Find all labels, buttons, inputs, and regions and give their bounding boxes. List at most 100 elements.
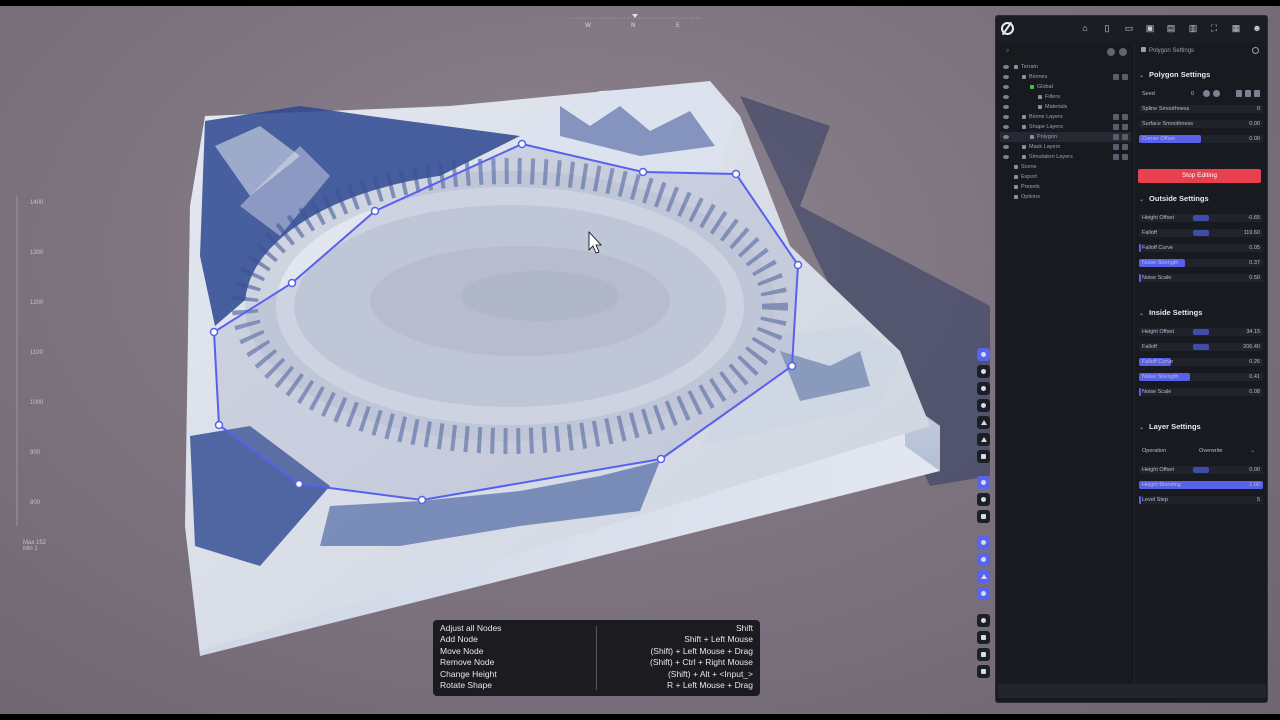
screenshot-icon[interactable]: ▦ [1231,23,1241,34]
delete-icon[interactable] [1122,114,1128,120]
settings-tool-button[interactable] [977,614,990,627]
filter-tool-button[interactable] [977,570,990,583]
delete-icon[interactable] [1122,74,1128,80]
save-icon[interactable]: ▣ [1145,23,1155,34]
mountain-tool-button[interactable] [977,416,990,429]
folder-tool-button[interactable] [977,631,990,644]
duplicate-icon[interactable] [1113,124,1119,130]
duplicate-icon[interactable] [1113,154,1119,160]
view-tool-button[interactable] [977,365,990,378]
operation-select[interactable]: Operation Overwrite ⌄ [1139,445,1263,457]
slider-handle[interactable] [1193,467,1209,473]
slider-noise-strength[interactable]: Noise Strength 0.41 [1139,372,1263,382]
copy-icon[interactable] [1236,90,1242,97]
save-as-icon[interactable]: ▤ [1166,23,1176,34]
slider-handle[interactable] [1193,344,1209,350]
layer-item-scene[interactable]: Scene [1000,162,1131,172]
layer-item-materials[interactable]: Materials [1000,102,1131,112]
chart-tool-button[interactable] [977,665,990,678]
layer-item-shape-layers[interactable]: Shape Layers [1000,122,1131,132]
open-folder-icon[interactable]: ▭ [1124,23,1134,34]
slider-height-offset[interactable]: Height Offset 34.15 [1139,327,1263,337]
slider-spline-smoothness[interactable]: Spline Smoothness 0 [1139,104,1263,114]
slider-height-offset[interactable]: Height Offset 0.00 [1139,465,1263,475]
water-tool-button[interactable] [977,399,990,412]
eye-icon[interactable] [1003,75,1009,79]
layers-tool-button[interactable] [977,510,990,523]
sphere-tool-button[interactable] [977,382,990,395]
layer-item-filter[interactable]: Filters [1000,92,1131,102]
eye-icon[interactable] [1003,105,1009,109]
slider-falloff[interactable]: Falloff 119.60 [1139,228,1263,238]
slider-noise-scale[interactable]: Noise Scale 0.08 [1139,387,1263,397]
layer-item-presets[interactable]: Presets [1000,182,1131,192]
eye-icon[interactable] [1003,95,1009,99]
delete-icon[interactable] [1122,144,1128,150]
slider-falloff[interactable]: Falloff 206.40 [1139,342,1263,352]
eye-icon[interactable] [1003,85,1009,89]
delete-icon[interactable] [1122,154,1128,160]
eye-icon[interactable] [1003,125,1009,129]
reset-icon[interactable] [1254,90,1260,97]
light-tool-button[interactable] [977,476,990,489]
slider-falloff-curve[interactable]: Falloff Curve 0.26 [1139,357,1263,367]
export-icon[interactable]: ▥ [1188,23,1198,34]
slider-height-blending[interactable]: Height Blending 1.00 [1139,480,1263,490]
layer-item-globe[interactable]: Global [1000,82,1131,92]
polygon-tool-button[interactable] [977,348,990,361]
inside-settings-header[interactable]: ⌄ Inside Settings [1139,308,1202,317]
layer-item-biome-layers[interactable]: Biome Layers [1000,112,1131,122]
randomize-icon[interactable] [1203,90,1210,97]
seed-row[interactable]: Seed 0 [1139,89,1263,99]
slider-handle[interactable] [1193,230,1209,236]
delete-icon[interactable] [1122,134,1128,140]
layer-item-export[interactable]: Export [1000,172,1131,182]
download-tool-button[interactable] [977,648,990,661]
eye-icon[interactable] [1003,155,1009,159]
slider-handle[interactable] [1193,215,1209,221]
layer-item-terrain[interactable]: Terrain [1000,62,1131,72]
nodes-tool-button[interactable] [977,536,990,549]
settings-icon[interactable] [1119,48,1127,56]
layer-search[interactable]: ⌕ [1000,47,1131,58]
delete-icon[interactable] [1122,124,1128,130]
layer-item-biomes[interactable]: Biomes [1000,72,1131,82]
duplicate-icon[interactable] [1113,74,1119,80]
slider-corner-offset[interactable]: Corner Offset 0.00 [1139,134,1263,144]
layer-item-mask-layers[interactable]: Mask Layers [1000,142,1131,152]
cloud-tool-button[interactable] [977,493,990,506]
lock-icon[interactable] [1213,90,1220,97]
eye-icon[interactable] [1003,115,1009,119]
fullscreen-icon[interactable]: ⛶ [1209,23,1219,34]
slider-noise-strength[interactable]: Noise Strength 0.37 [1139,258,1263,268]
new-file-icon[interactable]: ▯ [1102,23,1112,34]
layer-item-options[interactable]: Options [1000,192,1131,202]
pin-tool-button[interactable] [977,553,990,566]
slider-handle[interactable] [1193,329,1209,335]
duplicate-icon[interactable] [1113,114,1119,120]
eye-icon[interactable] [1003,145,1009,149]
discord-icon[interactable]: ☻ [1252,23,1262,34]
home-icon[interactable]: ⌂ [1080,23,1090,34]
terrain-tool-button[interactable] [977,433,990,446]
stop-editing-button[interactable]: Stop Editing [1138,169,1261,183]
paste-icon[interactable] [1245,90,1251,97]
layer-item-polygon[interactable]: Polygon [1000,132,1131,142]
slider-noise-scale[interactable]: Noise Scale 0.50 [1139,273,1263,283]
panel-options-icon[interactable] [1252,47,1259,54]
eye-icon[interactable] [1003,135,1009,139]
duplicate-icon[interactable] [1113,134,1119,140]
slider-level-step[interactable]: Level Step 5 [1139,495,1263,505]
layer-item-simulation-layers[interactable]: Simulation Layers [1000,152,1131,162]
polygon-settings-header[interactable]: ⌄ Polygon Settings [1139,70,1210,79]
layer-settings-header[interactable]: ⌄ Layer Settings [1139,422,1201,431]
slider-height-offset[interactable]: Height Offset -0.65 [1139,213,1263,223]
duplicate-icon[interactable] [1113,144,1119,150]
target-tool-button[interactable] [977,587,990,600]
eye-icon[interactable] [1003,65,1009,69]
add-layer-icon[interactable] [1107,48,1115,56]
slider-falloff-curve[interactable]: Falloff Curve 0.05 [1139,243,1263,253]
grid-tool-button[interactable] [977,450,990,463]
slider-surface-smoothness[interactable]: Surface Smoothness 0.00 [1139,119,1263,129]
outside-settings-header[interactable]: ⌄ Outside Settings [1139,194,1209,203]
